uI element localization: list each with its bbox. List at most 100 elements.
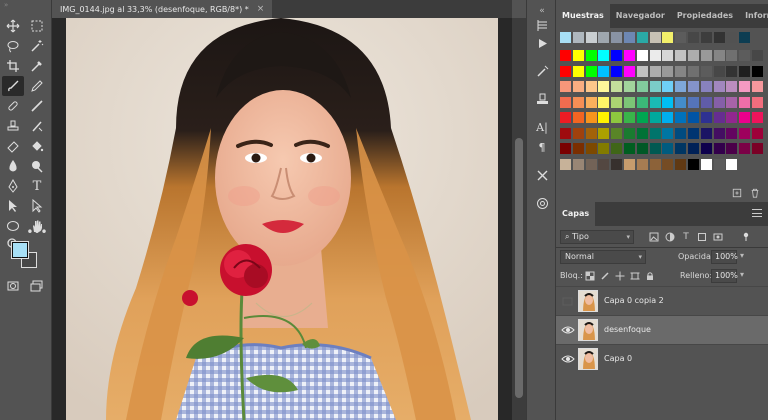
direct-selection-tool-icon[interactable] [26, 196, 48, 216]
color-swatch[interactable] [598, 112, 610, 123]
recent-swatch[interactable] [624, 32, 635, 43]
color-swatch[interactable] [752, 112, 763, 123]
opacity-dropdown-icon[interactable]: ▾ [740, 251, 744, 260]
fill-dropdown-icon[interactable]: ▾ [740, 270, 744, 279]
history-icon[interactable] [533, 16, 551, 34]
color-swatch[interactable] [675, 143, 687, 154]
color-swatch[interactable] [713, 143, 725, 154]
color-swatch[interactable] [572, 127, 584, 139]
color-swatch[interactable] [572, 65, 584, 77]
color-swatch[interactable] [611, 65, 623, 77]
clone-source-icon[interactable] [533, 90, 551, 108]
color-swatch[interactable] [662, 127, 674, 139]
panel-grip[interactable]: » [4, 2, 48, 9]
recent-swatch[interactable] [662, 32, 674, 43]
foreground-color-swatch[interactable] [11, 241, 29, 259]
panel-menu-icon[interactable] [752, 209, 762, 217]
type-tool-icon[interactable]: T [26, 176, 48, 196]
color-swatch[interactable] [726, 81, 738, 92]
color-swatch[interactable] [662, 96, 674, 108]
color-swatch[interactable] [675, 127, 687, 139]
lock-image-pixels-icon[interactable] [599, 270, 611, 282]
new-swatch-icon[interactable] [730, 186, 744, 200]
magic-wand-tool-icon[interactable] [26, 36, 48, 56]
color-swatch[interactable] [726, 50, 738, 61]
vertical-scrollbar[interactable] [512, 18, 526, 420]
color-swatch[interactable] [598, 96, 610, 108]
crop-tool-icon[interactable] [2, 56, 24, 76]
tools-icon[interactable] [533, 166, 551, 184]
color-swatch[interactable] [572, 143, 584, 154]
recent-swatch[interactable] [598, 32, 610, 43]
color-swatch[interactable] [649, 96, 661, 108]
color-swatch[interactable] [560, 112, 571, 123]
color-swatch[interactable] [598, 158, 610, 170]
recent-swatch[interactable] [726, 32, 738, 43]
color-swatch[interactable] [688, 143, 699, 154]
blur-tool-icon[interactable] [2, 156, 24, 176]
color-swatch[interactable] [752, 65, 763, 77]
filter-type-icon[interactable]: T [680, 231, 692, 243]
color-swatch[interactable] [598, 127, 610, 139]
color-swatch[interactable] [700, 158, 712, 170]
color-swatch[interactable] [636, 112, 648, 123]
color-swatch[interactable] [624, 96, 635, 108]
color-swatch[interactable] [636, 65, 648, 77]
filter-adjustment-icon[interactable] [664, 231, 676, 243]
paragraph-icon[interactable]: ¶ [533, 138, 551, 156]
color-swatch[interactable] [624, 143, 635, 154]
color-swatch[interactable] [700, 81, 712, 92]
color-swatch[interactable] [598, 143, 610, 154]
recent-swatch[interactable] [611, 32, 623, 43]
color-swatch[interactable] [675, 50, 687, 61]
opacity-input[interactable]: 100% [711, 250, 738, 264]
eyedropper-tool-icon[interactable] [26, 56, 48, 76]
color-swatch[interactable] [636, 81, 648, 92]
color-swatch[interactable] [636, 96, 648, 108]
color-swatch[interactable] [649, 65, 661, 77]
filter-toggle-icon[interactable] [740, 231, 752, 243]
color-swatch[interactable] [726, 143, 738, 154]
color-swatch[interactable] [572, 96, 584, 108]
color-swatch[interactable] [636, 127, 648, 139]
color-swatch[interactable] [713, 112, 725, 123]
color-swatch[interactable] [585, 81, 597, 92]
recent-swatch[interactable] [675, 32, 687, 43]
color-swatch[interactable] [624, 158, 635, 170]
filter-pixel-icon[interactable] [648, 231, 660, 243]
color-swatch[interactable] [713, 50, 725, 61]
play-actions-icon[interactable] [533, 34, 551, 52]
color-swatch[interactable] [739, 112, 751, 123]
color-swatch[interactable] [688, 50, 699, 61]
document-tab[interactable]: IMG_0144.jpg al 33,3% (desenfoque, RGB/8… [52, 0, 273, 18]
color-swatch[interactable] [713, 81, 725, 92]
color-swatch[interactable] [585, 96, 597, 108]
recent-swatch[interactable] [688, 32, 699, 43]
clone-stamp-tool-icon[interactable] [2, 116, 24, 136]
color-swatch[interactable] [700, 96, 712, 108]
color-swatch[interactable] [700, 112, 712, 123]
lock-position-icon[interactable] [614, 270, 626, 282]
color-swatch[interactable] [560, 143, 571, 154]
eye-icon[interactable] [561, 353, 575, 365]
color-swatch[interactable] [611, 127, 623, 139]
eye-icon[interactable] [561, 324, 575, 336]
color-swatch[interactable] [739, 96, 751, 108]
color-swatch[interactable] [611, 158, 623, 170]
color-picker[interactable] [10, 240, 44, 274]
color-swatch[interactable] [662, 112, 674, 123]
pen-tool-icon[interactable] [2, 176, 24, 196]
photo-canvas[interactable] [66, 18, 498, 420]
color-swatch[interactable] [662, 81, 674, 92]
color-swatch[interactable] [598, 81, 610, 92]
recent-swatch[interactable] [572, 32, 584, 43]
color-swatch[interactable] [700, 65, 712, 77]
color-swatch[interactable] [688, 81, 699, 92]
color-swatch[interactable] [688, 127, 699, 139]
color-swatch[interactable] [675, 96, 687, 108]
color-swatch[interactable] [560, 81, 571, 92]
color-swatch[interactable] [585, 112, 597, 123]
color-swatch[interactable] [560, 96, 571, 108]
color-swatch[interactable] [739, 127, 751, 139]
color-swatch[interactable] [726, 96, 738, 108]
